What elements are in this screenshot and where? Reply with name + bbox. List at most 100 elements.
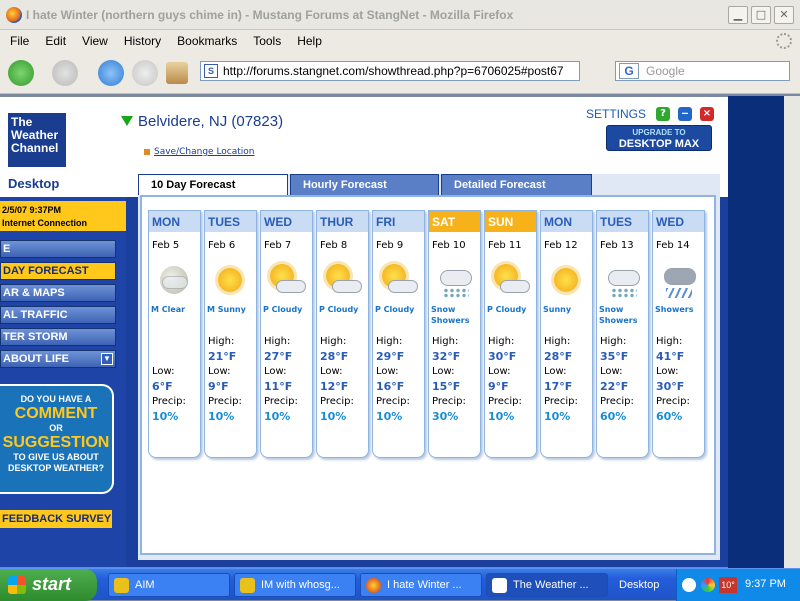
precip-label: Precip: bbox=[432, 396, 466, 407]
help-icon[interactable]: ? bbox=[656, 107, 670, 121]
menu-tools[interactable]: Tools bbox=[253, 34, 281, 48]
forecast-day[interactable]: WED Feb 7 P Cloudy High: 27°F Low: 11°F Precip:… bbox=[260, 210, 313, 458]
day-name: TUES bbox=[205, 211, 256, 232]
nav-item-10-day-forecast[interactable]: DAY FORECAST bbox=[0, 262, 116, 280]
menu-view[interactable]: View bbox=[82, 34, 108, 48]
taskbar-item-weather[interactable]: The Weather ... bbox=[486, 573, 608, 597]
precip-chance: 60% bbox=[600, 410, 627, 423]
high-label bbox=[149, 336, 200, 350]
forecast-day[interactable]: FRI Feb 9 P Cloudy High: 29°F Low: 16°F Precip:… bbox=[372, 210, 425, 458]
forecast-day[interactable]: THUR Feb 8 P Cloudy High: 28°F Low: 12°F Precip… bbox=[316, 210, 369, 458]
nav-item-radar-maps[interactable]: AR & MAPS bbox=[0, 284, 116, 302]
scroll-down-icon[interactable]: ▼ bbox=[101, 353, 113, 365]
tray-app-icon[interactable] bbox=[701, 578, 715, 592]
save-location-link[interactable]: Save/Change Location bbox=[144, 147, 255, 157]
forward-button[interactable] bbox=[52, 60, 78, 86]
comment-line: COMMENT bbox=[14, 405, 98, 422]
condition-text: P Cloudy bbox=[319, 305, 359, 314]
widget-close-icon[interactable]: × bbox=[700, 107, 714, 121]
tab-detailed-forecast[interactable]: Detailed Forecast bbox=[441, 174, 592, 195]
low-temp: 15°F bbox=[432, 380, 461, 393]
high-label: High: bbox=[656, 336, 683, 347]
low-label: Low: bbox=[264, 366, 287, 377]
taskbar-item-firefox[interactable]: I hate Winter ... bbox=[360, 573, 482, 597]
low-temp: 16°F bbox=[376, 380, 405, 393]
close-button[interactable]: ✕ bbox=[774, 6, 794, 24]
forecast-day[interactable]: MON Feb 5 M Clear Low: 6°F Precip: 10% bbox=[148, 210, 201, 458]
forecast-day[interactable]: SAT Feb 10 Snow Showers High: 32°F Low: 15°F Pr… bbox=[428, 210, 481, 458]
nav-item-about-life[interactable]: ABOUT LIFE ▼ bbox=[0, 350, 116, 368]
tray-expand-icon[interactable] bbox=[682, 578, 696, 592]
low-label: Low: bbox=[600, 366, 623, 377]
low-temp: 9°F bbox=[208, 380, 229, 393]
feedback-survey-button[interactable]: FEEDBACK SURVEY bbox=[0, 510, 112, 528]
site-favicon-icon: S bbox=[204, 64, 218, 78]
location-dropdown-icon[interactable] bbox=[121, 116, 133, 126]
taskbar-item-aim[interactable]: AIM bbox=[108, 573, 230, 597]
forecast-day[interactable]: TUES Feb 13 Snow Showers High: 35°F Low: 22°F P… bbox=[596, 210, 649, 458]
weather-channel-logo: The Weather Channel bbox=[8, 113, 66, 167]
reload-button[interactable] bbox=[98, 60, 124, 86]
high-label: High: bbox=[320, 336, 347, 347]
day-name: SUN bbox=[485, 211, 536, 232]
day-name: THUR bbox=[317, 211, 368, 232]
widget-minimize-icon[interactable]: ‒ bbox=[678, 107, 692, 121]
precip-chance: 10% bbox=[488, 410, 515, 423]
clock[interactable]: 9:37 PM bbox=[745, 578, 786, 590]
home-button[interactable] bbox=[166, 62, 188, 84]
windows-logo-icon bbox=[8, 576, 26, 594]
ten-day-forecast-grid: MON Feb 5 M Clear Low: 6°F Precip: 10% TUES Feb … bbox=[140, 195, 716, 555]
location-name[interactable]: Belvidere, NJ (07823) bbox=[138, 113, 283, 130]
start-button[interactable]: start bbox=[0, 569, 97, 601]
weather-temp-badge[interactable]: 10° bbox=[719, 577, 737, 593]
tab-10-day-forecast[interactable]: 10 Day Forecast bbox=[138, 174, 288, 195]
forecast-day[interactable]: MON Feb 12 Sunny High: 28°F Low: 17°F Precip: 10… bbox=[540, 210, 593, 458]
nav-item-winter-storm[interactable]: TER STORM bbox=[0, 328, 116, 346]
precip-chance: 10% bbox=[376, 410, 403, 423]
menu-help[interactable]: Help bbox=[297, 34, 322, 48]
high-temp: 35°F bbox=[600, 350, 629, 363]
forecast-day[interactable]: WED Feb 14 Showers High: 41°F Low: 30°F Precip:… bbox=[652, 210, 705, 458]
high-temp: 27°F bbox=[264, 350, 293, 363]
window-title: I hate Winter (northern guys chime in) -… bbox=[26, 8, 514, 22]
task-label: AIM bbox=[135, 579, 155, 591]
menu-bookmarks[interactable]: Bookmarks bbox=[177, 34, 237, 48]
feedback-prompt[interactable]: DO YOU HAVE A COMMENT OR SUGGESTION TO G… bbox=[0, 384, 114, 494]
taskbar-item-im[interactable]: IM with whosg... bbox=[234, 573, 356, 597]
nav-item-label: ABOUT LIFE bbox=[3, 353, 69, 365]
forecast-day[interactable]: SUN Feb 11 P Cloudy High: 30°F Low: 9°F Precip:… bbox=[484, 210, 537, 458]
google-engine-icon[interactable]: G bbox=[619, 63, 639, 79]
minimize-button[interactable]: ▁ bbox=[728, 6, 748, 24]
condition-text: M Clear bbox=[151, 305, 186, 314]
menu-history[interactable]: History bbox=[124, 34, 161, 48]
high-label: High: bbox=[208, 336, 235, 347]
menu-file[interactable]: File bbox=[10, 34, 29, 48]
url-bar[interactable]: S http://forums.stangnet.com/showthread.… bbox=[200, 61, 580, 81]
page-scrollbar[interactable] bbox=[784, 96, 800, 568]
browser-title-bar: I hate Winter (northern guys chime in) -… bbox=[0, 0, 800, 30]
back-button[interactable] bbox=[8, 60, 34, 86]
day-date: Feb 5 bbox=[152, 240, 180, 251]
stop-button[interactable] bbox=[132, 60, 158, 86]
date-time-panel: 2/5/07 9:37PM Internet Connection bbox=[0, 201, 126, 231]
tab-hourly-forecast[interactable]: Hourly Forecast bbox=[290, 174, 439, 195]
desktop-toolbar-label[interactable]: Desktop bbox=[619, 569, 659, 601]
precip-label: Precip: bbox=[544, 396, 578, 407]
precip-label: Precip: bbox=[320, 396, 354, 407]
partly-cloudy-icon bbox=[322, 260, 362, 300]
precip-label: Precip: bbox=[376, 396, 410, 407]
low-label: Low: bbox=[376, 366, 399, 377]
search-input[interactable]: G Google bbox=[615, 61, 790, 81]
menu-edit[interactable]: Edit bbox=[45, 34, 66, 48]
start-label: start bbox=[32, 574, 72, 594]
precip-label: Precip: bbox=[264, 396, 298, 407]
upgrade-button[interactable]: UPGRADE TO DESKTOP MAX bbox=[606, 125, 712, 151]
settings-button[interactable]: SETTINGS bbox=[586, 107, 646, 121]
nav-item-local-traffic[interactable]: AL TRAFFIC bbox=[0, 306, 116, 324]
forecast-day[interactable]: TUES Feb 6 M Sunny High: 21°F Low: 9°F Precip: 1… bbox=[204, 210, 257, 458]
maximize-button[interactable]: □ bbox=[751, 6, 771, 24]
high-label: High: bbox=[432, 336, 459, 347]
low-label: Low: bbox=[488, 366, 511, 377]
task-label: IM with whosg... bbox=[261, 579, 340, 591]
nav-item-home[interactable]: E bbox=[0, 240, 116, 258]
